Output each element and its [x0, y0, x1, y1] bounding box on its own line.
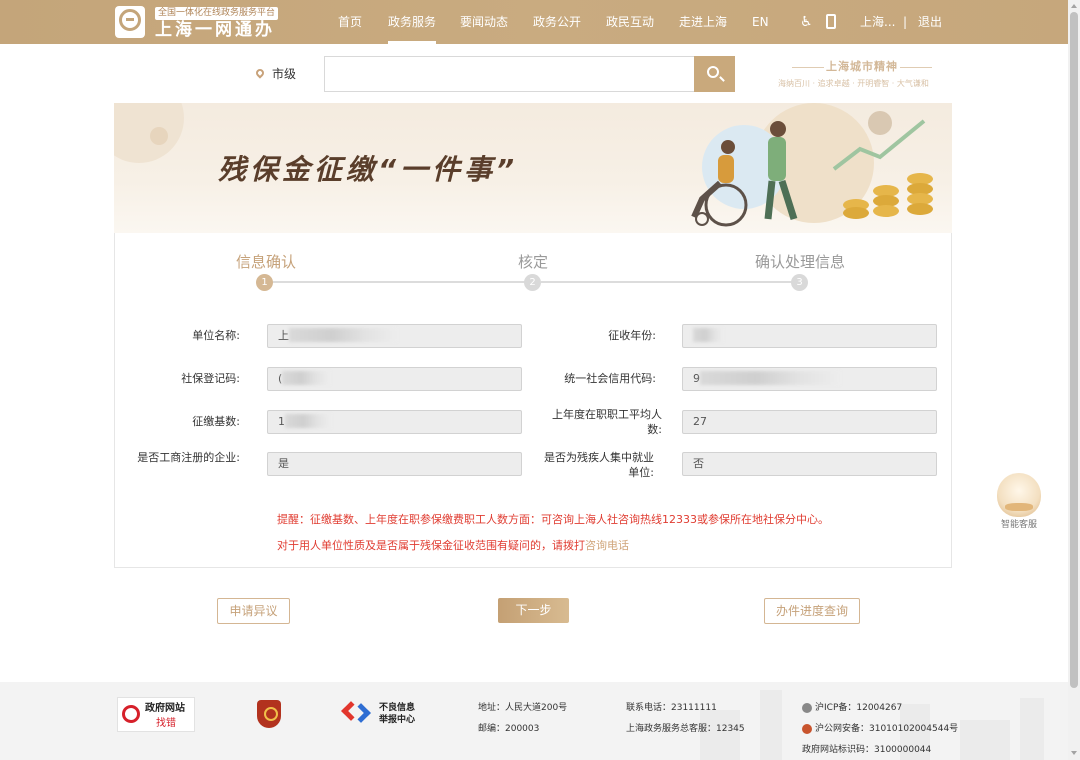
magnifier-icon	[122, 705, 140, 723]
scrollbar-thumb[interactable]	[1070, 12, 1078, 688]
credit-code-label: 统一社会信用代码:	[564, 372, 656, 385]
unit-name-field[interactable]: 上	[267, 324, 522, 348]
mobile-icon[interactable]	[826, 14, 836, 29]
base-field[interactable]: 1	[267, 410, 522, 434]
banner: 残保金征缴“一件事”	[114, 103, 952, 233]
collect-year-label: 征收年份:	[608, 329, 656, 342]
disabled-center-label: 是否为残疾人集中就业单位:	[544, 451, 654, 479]
icp-icon	[802, 703, 812, 713]
nav-gov-services[interactable]: 政务服务	[388, 0, 437, 44]
robot-assistant-icon	[997, 473, 1041, 517]
nav-interaction[interactable]: 政民互动	[606, 0, 654, 44]
step-connector-2	[541, 281, 793, 283]
city-spirit-title: 上海城市精神	[792, 60, 932, 74]
tip-line-1: 提醒：征缴基数、上年度在职参保缴费职工人数方面：可咨询上海人社咨询热线12333…	[277, 513, 829, 526]
footer-postcode: 邮编：200003	[478, 724, 540, 734]
smart-service-label: 智能客服	[1000, 520, 1037, 530]
header-separator: |	[903, 15, 908, 29]
city-spirit-subtitle: 海纳百川 · 追求卓越 · 开明睿智 · 大气谦和	[778, 79, 929, 88]
search-icon	[707, 66, 719, 78]
find-error-text: 找错	[156, 718, 176, 729]
tip-line-2-text: 对于用人单位性质及是否属于残保金征收范围有疑问的，请拨打	[277, 539, 585, 552]
scroll-up-icon[interactable]	[1071, 4, 1077, 8]
step-3-label: 确认处理信息	[755, 253, 846, 271]
search-input[interactable]	[324, 56, 696, 92]
user-name[interactable]: 上海...	[860, 0, 895, 44]
social-reg-field[interactable]: (	[267, 367, 522, 391]
step-1-dot: 1	[256, 274, 273, 291]
disabled-center-field[interactable]: 否	[682, 452, 937, 476]
scroll-down-icon[interactable]	[1071, 751, 1077, 755]
nav-home[interactable]: 首页	[338, 0, 362, 44]
wheelchair-illustration	[691, 111, 933, 227]
footer-site-id: 政府网站标识码：3100000044	[802, 745, 932, 755]
avg-employees-label: 上年度在职职工平均人数:	[552, 408, 662, 436]
registered-label: 是否工商注册的企业:	[137, 451, 240, 464]
search-button[interactable]	[694, 56, 735, 92]
step-3-dot: 3	[791, 274, 808, 291]
location-label: 市级	[272, 67, 297, 81]
consult-phone-link[interactable]: 咨询电话	[585, 539, 629, 552]
social-reg-label: 社保登记码:	[181, 372, 240, 385]
base-value: 1	[278, 415, 285, 428]
nav-english[interactable]: EN	[752, 0, 769, 44]
step-connector-1	[273, 281, 529, 283]
location-pin-icon	[254, 67, 266, 79]
step-1-label: 信息确认	[236, 253, 297, 271]
logo-title[interactable]: 上海一网通办	[155, 20, 275, 40]
police-badge-icon	[802, 724, 812, 734]
footer-hotline: 上海政务服务总客服：12345	[626, 724, 745, 734]
registered-field[interactable]: 是	[267, 452, 522, 476]
nav-news[interactable]: 要闻动态	[460, 0, 508, 44]
gov-site-text: 政府网站	[145, 703, 185, 714]
credit-code-value: 9	[693, 372, 700, 385]
base-label: 征缴基数:	[192, 415, 240, 428]
collect-year-field[interactable]	[682, 324, 937, 348]
next-step-button[interactable]: 下一步	[498, 598, 569, 623]
credit-code-field[interactable]: 9	[682, 367, 937, 391]
footer-phone: 联系电话：23111111	[626, 703, 717, 713]
nav-about-shanghai[interactable]: 走进上海	[679, 0, 727, 44]
footer-address: 地址：人民大道200号	[478, 703, 568, 713]
footer-police[interactable]: 沪公网安备：31010102004544号	[815, 723, 958, 735]
step-2-dot: 2	[524, 274, 541, 291]
location-selector[interactable]: 市级	[254, 66, 297, 82]
banner-title: 残保金征缴“一件事”	[218, 153, 519, 186]
logout-link[interactable]: 退出	[918, 0, 942, 44]
avg-employees-field[interactable]: 27	[682, 410, 937, 434]
footer-icp[interactable]: 沪ICP备：12004267	[815, 702, 902, 714]
report-center-text[interactable]: 不良信息举报中心	[379, 702, 419, 726]
appeal-button[interactable]: 申请异议	[217, 598, 290, 624]
logo-tagline: 全国一体化在线政务服务平台	[155, 7, 279, 20]
accessibility-icon[interactable]: ♿	[800, 13, 813, 31]
nav-gov-open[interactable]: 政务公开	[533, 0, 581, 44]
party-emblem-icon[interactable]	[257, 700, 281, 728]
logo-icon[interactable]	[115, 6, 145, 38]
unit-name-value: 上	[278, 329, 289, 342]
progress-query-button[interactable]: 办件进度查询	[764, 598, 860, 624]
gov-site-find-error-badge[interactable]: 政府网站 找错	[117, 697, 195, 732]
report-center-icon[interactable]	[341, 700, 371, 724]
step-2-label: 核定	[518, 253, 549, 271]
tip-line-2: 对于用人单位性质及是否属于残保金征收范围有疑问的，请拨打咨询电话	[277, 538, 629, 553]
unit-name-label: 单位名称:	[192, 329, 240, 342]
